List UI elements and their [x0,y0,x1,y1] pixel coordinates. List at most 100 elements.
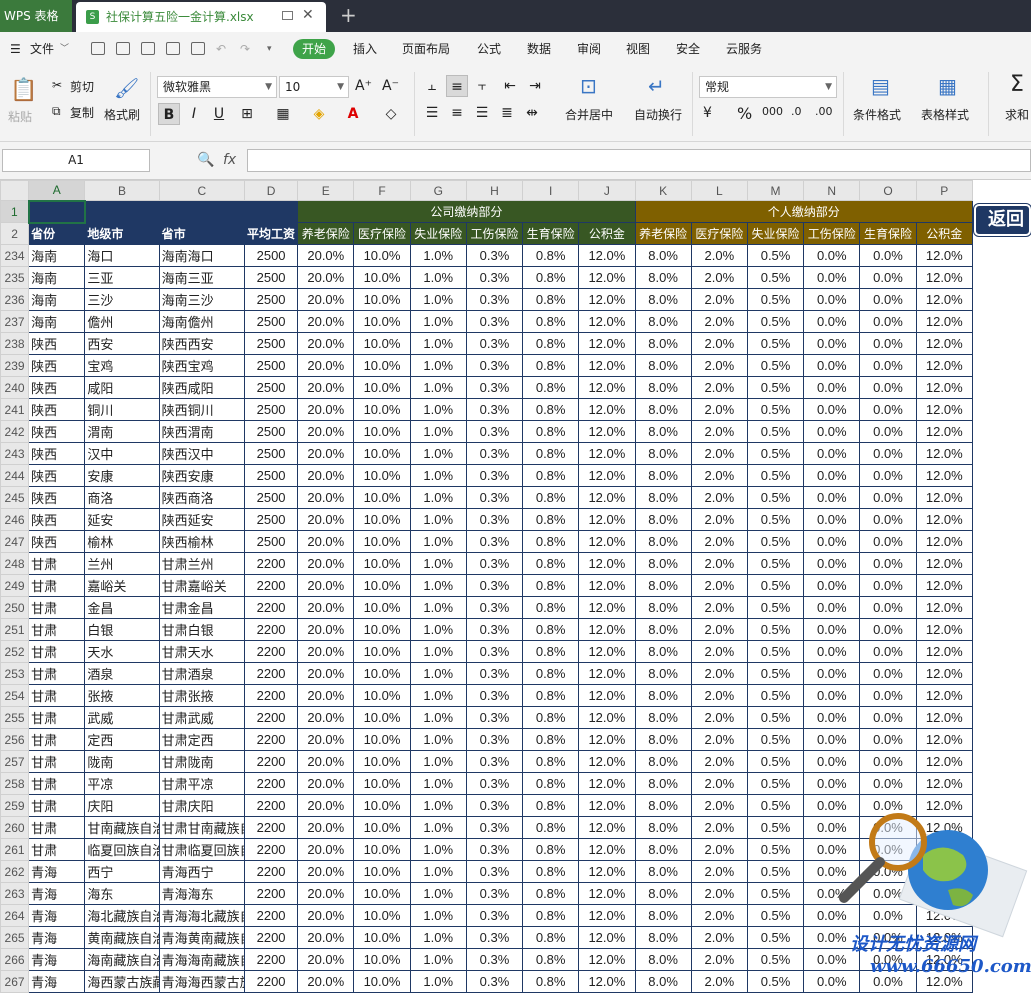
cell-rate[interactable]: 20.0% [297,662,355,685]
cell-rate[interactable]: 0.8% [522,772,580,795]
cell-province[interactable]: 海南 [28,266,86,289]
cell-rate[interactable]: 12.0% [915,706,974,729]
column-header[interactable]: I [522,180,580,201]
cell-rate[interactable]: 8.0% [634,926,692,949]
cell-rate[interactable]: 8.0% [634,508,692,531]
cell-rate[interactable]: 0.5% [746,860,805,883]
cell-rate[interactable]: 0.5% [746,596,805,619]
cell-city[interactable]: 张掖 [84,684,160,707]
format-painter-button[interactable]: 格式刷 [104,106,140,123]
cell-rate[interactable]: 20.0% [297,948,355,971]
cell-rate[interactable]: 1.0% [409,860,467,883]
cell-rate[interactable]: 0.3% [465,354,524,377]
cell-rate[interactable]: 20.0% [297,354,355,377]
cell-rate[interactable]: 0.5% [746,816,805,839]
cell-rate[interactable]: 0.0% [803,552,861,575]
menu-data[interactable]: 数据 [527,32,551,66]
cell-city[interactable]: 延安 [84,508,160,531]
cell-city[interactable]: 黄南藏族自治 [84,926,160,949]
cell-rate[interactable]: 12.0% [578,662,636,685]
cell-province-city[interactable]: 甘肃平凉 [158,772,245,795]
cell-province[interactable]: 甘肃 [28,552,86,575]
cell-rate[interactable]: 20.0% [297,244,355,267]
cell-city[interactable]: 庆阳 [84,794,160,817]
cell-rate[interactable]: 8.0% [634,596,692,619]
cell-average-wage[interactable]: 2200 [243,970,299,993]
cell-rate[interactable]: 0.3% [465,266,524,289]
cell-rate[interactable]: 12.0% [578,948,636,971]
cell-province[interactable]: 陕西 [28,442,86,465]
cell-rate[interactable]: 1.0% [409,904,467,927]
cell-rate[interactable]: 12.0% [578,530,636,553]
merge-center-icon[interactable]: ⊡ [580,74,597,98]
cell-province-city[interactable]: 海南海口 [158,244,245,267]
quick-access-dropdown-icon[interactable]: ▾ [267,32,272,66]
cell-rate[interactable]: 2.0% [690,970,748,993]
table-style-button[interactable]: 表格样式 [921,106,969,123]
cell-city[interactable]: 儋州 [84,310,160,333]
cell-city[interactable]: 榆林 [84,530,160,553]
cell-rate[interactable]: 0.8% [522,508,580,531]
cell-rate[interactable]: 0.0% [803,662,861,685]
cell-rate[interactable]: 12.0% [578,882,636,905]
cell-rate[interactable]: 20.0% [297,772,355,795]
cell-rate[interactable]: 20.0% [297,838,355,861]
cell-rate[interactable]: 0.8% [522,794,580,817]
paste-icon[interactable]: 📋 [10,78,37,103]
cell-province-city[interactable]: 甘肃天水 [158,640,245,663]
cell-rate[interactable]: 0.0% [859,310,917,333]
cell-rate[interactable]: 0.5% [746,728,805,751]
cell-rate[interactable]: 2.0% [690,816,748,839]
cell-province-city[interactable]: 海南三沙 [158,288,245,311]
cell-rate[interactable]: 0.0% [803,420,861,443]
cell-rate[interactable]: 0.5% [746,574,805,597]
cell-rate[interactable]: 0.8% [522,464,580,487]
cell-city[interactable]: 三亚 [84,266,160,289]
cell-rate[interactable]: 0.3% [465,310,524,333]
cell-rate[interactable]: 0.8% [522,310,580,333]
back-button[interactable]: 返回 [974,204,1031,236]
cell-province-city[interactable]: 青海海西蒙古族 [158,970,245,993]
cell-province[interactable]: 陕西 [28,398,86,421]
cell-rate[interactable]: 20.0% [297,750,355,773]
cell-province-city[interactable]: 陕西汉中 [158,442,245,465]
cell-rate[interactable]: 0.3% [465,442,524,465]
cut-icon[interactable]: ✂ [52,78,62,92]
cell-rate[interactable]: 0.0% [803,640,861,663]
increase-font-icon[interactable]: A⁺ [355,78,372,94]
cell-rate[interactable]: 0.3% [465,750,524,773]
cell-province-city[interactable]: 甘肃白银 [158,618,245,641]
cell-province-city[interactable]: 甘肃陇南 [158,750,245,773]
cell-average-wage[interactable]: 2500 [243,310,299,333]
cell-rate[interactable]: 0.8% [522,926,580,949]
cell-rate[interactable]: 12.0% [578,794,636,817]
currency-icon[interactable]: ¥ [703,105,712,121]
cell-rate[interactable]: 10.0% [353,574,411,597]
field-header[interactable]: 公积金 [915,222,974,245]
row-header[interactable]: 253 [0,662,30,685]
pdf-icon[interactable] [141,42,155,55]
cell-rate[interactable]: 8.0% [634,838,692,861]
cell-rate[interactable]: 2.0% [690,926,748,949]
row-header[interactable]: 258 [0,772,30,795]
cell-rate[interactable]: 0.0% [859,508,917,531]
row-header[interactable]: 251 [0,618,30,641]
cell-rate[interactable]: 20.0% [297,310,355,333]
cell-average-wage[interactable]: 2500 [243,486,299,509]
field-header[interactable]: 养老保险 [634,222,692,245]
cell-average-wage[interactable]: 2200 [243,618,299,641]
sum-button[interactable]: 求和 [1005,106,1029,123]
cell-average-wage[interactable]: 2200 [243,882,299,905]
cell-rate[interactable]: 0.3% [465,706,524,729]
cell-rate[interactable]: 8.0% [634,640,692,663]
cell-rate[interactable]: 0.5% [746,486,805,509]
cell-rate[interactable]: 0.0% [859,332,917,355]
cell-rate[interactable]: 10.0% [353,684,411,707]
row-header[interactable]: 248 [0,552,30,575]
row-header[interactable]: 249 [0,574,30,597]
wrap-text-button[interactable]: 自动换行 [634,106,682,123]
cell-rate[interactable]: 0.3% [465,288,524,311]
cell-rate[interactable]: 0.8% [522,376,580,399]
cell-rate[interactable]: 10.0% [353,948,411,971]
cell-rate[interactable]: 1.0% [409,618,467,641]
